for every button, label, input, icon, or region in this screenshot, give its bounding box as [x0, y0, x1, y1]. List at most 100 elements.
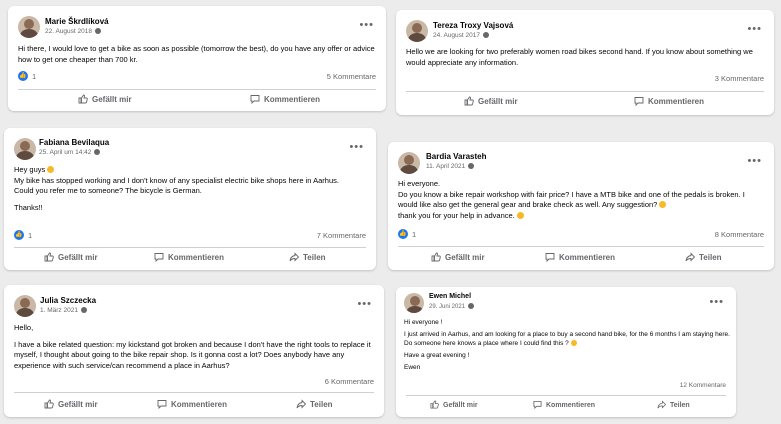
post-card: Tereza Troxy Vajsová 24. August 2017 •••… — [396, 10, 774, 115]
post-date[interactable]: 25. April um 14:42 — [39, 149, 101, 156]
avatar[interactable] — [18, 16, 40, 38]
divider — [406, 91, 764, 92]
globe-icon — [94, 149, 101, 155]
thumbs-up-icon — [44, 252, 54, 262]
more-icon[interactable]: ••• — [359, 20, 374, 31]
post-date[interactable]: 24. August 2017 — [433, 32, 489, 39]
post-text: Hello we are looking for two preferably … — [406, 47, 753, 67]
comment-button[interactable]: Kommentieren — [545, 249, 615, 267]
comment-icon — [545, 253, 555, 263]
more-icon[interactable]: ••• — [747, 156, 762, 167]
share-icon — [289, 252, 300, 262]
globe-icon — [468, 163, 475, 169]
globe-icon — [468, 303, 475, 309]
post-card: Bardia Varasteh 11. April 2021 ••• Hi ev… — [388, 142, 774, 270]
more-icon[interactable]: ••• — [747, 24, 762, 35]
author-name[interactable]: Julia Szczecka — [40, 296, 96, 305]
post-stats: 1 7 Kommentare — [14, 230, 366, 242]
thumbs-up-icon — [431, 252, 441, 262]
post-text: Hi everyone. Do you know a bike repair w… — [398, 179, 745, 220]
author-name[interactable]: Ewen Michel — [429, 293, 471, 300]
divider — [14, 247, 366, 248]
comment-count[interactable]: 3 Kommentare — [715, 74, 764, 83]
comment-count[interactable]: 12 Kommentare — [680, 382, 726, 389]
action-bar: Gefällt mir Kommentieren — [406, 93, 764, 111]
post-text: Hi there, I would love to get a bike as … — [18, 44, 375, 64]
comment-count[interactable]: 5 Kommentare — [327, 72, 376, 81]
author-name[interactable]: Tereza Troxy Vajsová — [433, 21, 513, 30]
like-icon — [14, 230, 24, 240]
globe-icon — [95, 28, 101, 34]
thumbs-up-icon — [430, 400, 439, 409]
like-button[interactable]: Gefällt mir — [464, 93, 518, 111]
post-stats: 12 Kommentare — [406, 381, 726, 393]
post-card: Julia Szczecka 1. März 2021 ••• Hello, I… — [4, 285, 384, 417]
comment-button[interactable]: Kommentieren — [154, 249, 224, 267]
like-count[interactable]: 1 — [32, 72, 36, 81]
thumbs-up-icon — [44, 399, 54, 409]
action-bar: Gefällt mir Kommentieren — [18, 91, 376, 109]
post-date[interactable]: 11. April 2021 — [426, 163, 475, 170]
post-card: Ewen Michel 29. Juni 2021 ••• Hi everyon… — [396, 287, 736, 417]
comment-icon — [533, 400, 542, 410]
author-name[interactable]: Marie Škrdlíková — [45, 17, 109, 26]
share-icon — [296, 399, 307, 409]
like-count[interactable]: 1 — [28, 231, 32, 240]
divider — [14, 392, 374, 393]
post-date[interactable]: 22. August 2018 — [45, 28, 101, 35]
like-icon — [18, 71, 28, 81]
avatar[interactable] — [14, 295, 36, 317]
comment-icon — [634, 97, 644, 107]
like-button[interactable]: Gefällt mir — [44, 249, 98, 267]
comment-icon — [250, 95, 260, 105]
thumbs-up-icon — [78, 94, 88, 104]
more-icon[interactable]: ••• — [357, 299, 372, 310]
like-count[interactable]: 1 — [412, 230, 416, 239]
avatar[interactable] — [406, 20, 428, 42]
globe-icon — [80, 307, 87, 313]
smile-emoji-icon — [47, 166, 55, 173]
comment-icon — [154, 253, 164, 263]
globe-icon — [483, 32, 489, 38]
like-button[interactable]: Gefällt mir — [78, 91, 132, 109]
post-card: Fabiana Bevilaqua 25. April um 14:42 •••… — [4, 128, 376, 270]
post-text: Hello, I have a bike related question: m… — [14, 323, 371, 370]
post-date[interactable]: 29. Juni 2021 — [429, 303, 475, 310]
share-button[interactable]: Teilen — [289, 249, 326, 267]
comment-count[interactable]: 7 Kommentare — [317, 231, 366, 240]
divider — [18, 89, 376, 90]
post-stats: 1 8 Kommentare — [398, 229, 764, 241]
comment-count[interactable]: 8 Kommentare — [715, 230, 764, 239]
comment-button[interactable]: Kommentieren — [634, 93, 704, 111]
avatar[interactable] — [14, 138, 36, 160]
divider — [406, 395, 726, 396]
avatar[interactable] — [404, 293, 424, 313]
post-stats: 3 Kommentare — [406, 73, 764, 85]
post-stats: 1 5 Kommentare — [18, 71, 376, 83]
like-button[interactable]: Gefällt mir — [430, 397, 478, 415]
share-icon — [657, 400, 667, 409]
share-button[interactable]: Teilen — [685, 249, 722, 267]
like-icon — [398, 229, 408, 239]
more-icon[interactable]: ••• — [349, 142, 364, 153]
comment-count[interactable]: 6 Kommentare — [325, 377, 374, 386]
more-icon[interactable]: ••• — [709, 297, 724, 308]
post-date[interactable]: 1. März 2021 — [40, 307, 87, 314]
smile-emoji-icon — [659, 201, 667, 208]
divider — [398, 246, 764, 247]
comment-button[interactable]: Kommentieren — [157, 396, 227, 414]
thumbs-up-icon — [464, 96, 474, 106]
post-text: Hey guys My bike has stopped working and… — [14, 165, 339, 212]
action-bar: Gefällt mir Kommentieren Teilen — [398, 249, 764, 267]
comment-button[interactable]: Kommentieren — [533, 397, 595, 415]
share-button[interactable]: Teilen — [296, 396, 333, 414]
avatar[interactable] — [398, 152, 420, 174]
action-bar: Gefällt mir Kommentieren Teilen — [14, 249, 366, 267]
like-button[interactable]: Gefällt mir — [44, 396, 98, 414]
comment-button[interactable]: Kommentieren — [250, 91, 320, 109]
share-button[interactable]: Teilen — [657, 397, 690, 415]
author-name[interactable]: Bardia Varasteh — [426, 152, 486, 161]
share-icon — [685, 252, 696, 262]
like-button[interactable]: Gefällt mir — [431, 249, 485, 267]
author-name[interactable]: Fabiana Bevilaqua — [39, 138, 109, 147]
